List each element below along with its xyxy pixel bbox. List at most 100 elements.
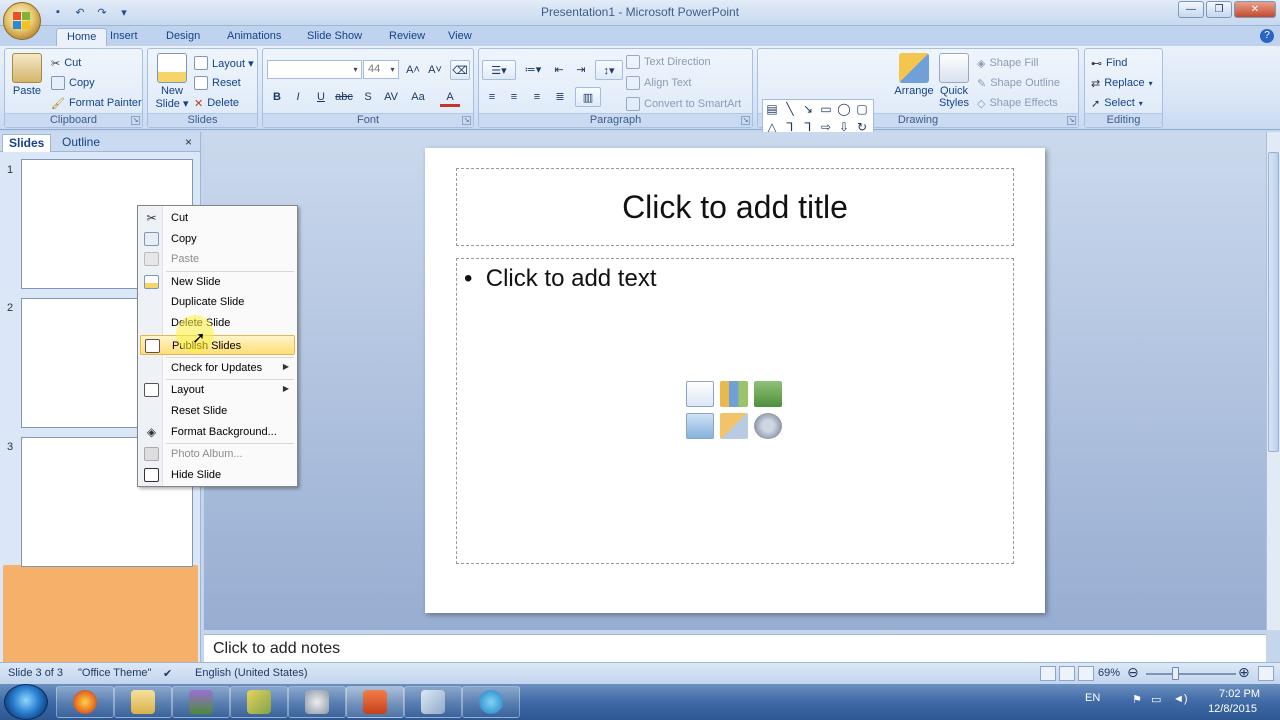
underline-button[interactable]: U — [311, 87, 331, 107]
zoom-out-icon[interactable]: ⊖ — [1127, 664, 1139, 681]
menu-item-paste[interactable]: Paste — [140, 249, 295, 269]
taskbar-explorer[interactable] — [114, 686, 172, 718]
numbering-icon[interactable]: ≔▾ — [519, 60, 547, 80]
rectangle-shape-icon[interactable]: ▭ — [817, 100, 835, 118]
menu-item-delete-slide[interactable]: Delete Slide — [140, 313, 295, 333]
tab-insert[interactable]: Insert — [100, 28, 148, 46]
grow-font-icon[interactable]: A˄ — [403, 60, 423, 80]
align-right-icon[interactable]: ≡ — [527, 87, 547, 107]
menu-item-copy[interactable]: Copy — [140, 229, 295, 249]
bold-button[interactable]: B — [267, 87, 287, 107]
scrollbar-thumb[interactable] — [1268, 152, 1279, 452]
taskbar-powerpoint[interactable] — [346, 686, 404, 718]
insert-chart-icon[interactable] — [720, 381, 748, 407]
font-size-combo[interactable]: 44 ▾ — [363, 60, 399, 79]
align-left-icon[interactable]: ≡ — [482, 87, 502, 107]
vertical-scrollbar[interactable] — [1266, 132, 1280, 630]
tab-design[interactable]: Design — [156, 28, 210, 46]
insert-clip-art-icon[interactable] — [720, 413, 748, 439]
zoom-level[interactable]: 69% — [1098, 667, 1120, 679]
spellcheck-icon[interactable]: ✔ — [163, 667, 172, 680]
insert-picture-icon[interactable] — [686, 413, 714, 439]
line-shape-icon[interactable]: ╲ — [781, 100, 799, 118]
slideshow-view-icon[interactable] — [1078, 666, 1094, 681]
insert-media-icon[interactable] — [754, 413, 782, 439]
close-pane-icon[interactable]: × — [185, 135, 192, 149]
format-painter-button[interactable]: 🖌 Format Painter — [51, 94, 142, 112]
taskbar-app-4[interactable] — [230, 686, 288, 718]
paragraph-launcher-icon[interactable]: ↘ — [741, 116, 750, 125]
new-slide-button[interactable]: New Slide ▾ — [152, 53, 192, 110]
align-center-icon[interactable]: ≡ — [504, 87, 524, 107]
menu-item-publish-slides[interactable]: Publish Slides — [140, 335, 295, 355]
menu-item-cut[interactable]: ✂ Cut — [140, 208, 295, 228]
columns-icon[interactable]: ▥ — [575, 87, 601, 107]
font-launcher-icon[interactable]: ↘ — [462, 116, 471, 125]
taskbar-app-8[interactable] — [462, 686, 520, 718]
layout-button[interactable]: Layout ▾ — [194, 54, 254, 72]
menu-item-photo-album[interactable]: Photo Album... — [140, 444, 295, 464]
shape-outline-button[interactable]: ✎ Shape Outline — [977, 74, 1060, 92]
arrange-button[interactable]: Arrange — [894, 53, 934, 97]
clear-formatting-icon[interactable]: ⌫ — [450, 60, 470, 80]
clipboard-launcher-icon[interactable]: ↘ — [131, 116, 140, 125]
copy-button[interactable]: Copy — [51, 74, 95, 92]
insert-table-icon[interactable] — [686, 381, 714, 407]
start-button[interactable] — [4, 684, 48, 720]
arrow-shape-icon[interactable]: ↘ — [799, 100, 817, 118]
oval-shape-icon[interactable]: ◯ — [835, 100, 853, 118]
zoom-in-icon[interactable]: ⊕ — [1238, 664, 1250, 681]
clock-time[interactable]: 7:02 PM — [1219, 688, 1260, 700]
tab-review[interactable]: Review — [379, 28, 435, 46]
network-icon[interactable]: ▭ — [1151, 693, 1161, 706]
menu-item-layout[interactable]: Layout ▶ — [140, 380, 295, 400]
menu-item-check-for-updates[interactable]: Check for Updates ▶ — [140, 358, 295, 378]
character-spacing-button[interactable]: AV — [381, 87, 401, 107]
shrink-font-icon[interactable]: A˅ — [425, 60, 445, 80]
maximize-button[interactable]: ❐ — [1206, 1, 1232, 18]
strikethrough-button[interactable]: abc — [334, 87, 354, 107]
insert-smartart-icon[interactable] — [754, 381, 782, 407]
text-direction-button[interactable]: Text Direction — [626, 53, 711, 71]
textbox-shape-icon[interactable]: ▤ — [763, 100, 781, 118]
tab-slide-show[interactable]: Slide Show — [297, 28, 372, 46]
fit-to-window-icon[interactable] — [1258, 666, 1274, 681]
menu-item-reset-slide[interactable]: Reset Slide — [140, 401, 295, 421]
tab-view[interactable]: View — [438, 28, 482, 46]
italic-button[interactable]: I — [288, 87, 308, 107]
minimize-button[interactable]: — — [1178, 1, 1204, 18]
font-color-button[interactable]: A — [440, 87, 460, 107]
taskbar-app-7[interactable] — [404, 686, 462, 718]
taskbar-firefox[interactable] — [56, 686, 114, 718]
bullets-icon[interactable]: ☰▾ — [482, 60, 516, 80]
decrease-indent-icon[interactable]: ⇤ — [549, 60, 569, 80]
find-button[interactable]: ⊷ Find — [1091, 54, 1127, 72]
drawing-launcher-icon[interactable]: ↘ — [1067, 116, 1076, 125]
zoom-slider[interactable] — [1146, 673, 1236, 675]
replace-button[interactable]: ⇄ Replace ▾ — [1091, 74, 1153, 92]
menu-item-hide-slide[interactable]: Hide Slide — [140, 465, 295, 485]
quick-styles-button[interactable]: Quick Styles — [936, 53, 972, 109]
line-spacing-icon[interactable]: ↕▾ — [595, 60, 623, 80]
tab-slides[interactable]: Slides — [2, 134, 52, 152]
change-case-button[interactable]: Aa — [408, 87, 428, 107]
menu-item-duplicate-slide[interactable]: Duplicate Slide — [140, 292, 295, 312]
shape-fill-button[interactable]: ◈ Shape Fill — [977, 54, 1038, 72]
paste-button[interactable]: Paste — [9, 53, 45, 97]
language-indicator[interactable]: EN — [1085, 692, 1100, 704]
language[interactable]: English (United States) — [195, 667, 308, 679]
reset-button[interactable]: Reset — [194, 74, 241, 92]
delete-button[interactable]: ✕ Delete — [194, 94, 239, 112]
tab-animations[interactable]: Animations — [217, 28, 291, 46]
taskbar-app-5[interactable] — [288, 686, 346, 718]
convert-smartart-button[interactable]: Convert to SmartArt — [626, 95, 741, 113]
close-button[interactable]: ✕ — [1234, 1, 1276, 18]
rounded-rect-shape-icon[interactable]: ▢ — [853, 100, 871, 118]
shadow-button[interactable]: S — [358, 87, 378, 107]
clock-date[interactable]: 12/8/2015 — [1208, 703, 1257, 715]
title-placeholder[interactable]: Click to add title — [456, 168, 1014, 246]
content-placeholder[interactable]: • Click to add text — [456, 258, 1014, 564]
tab-outline[interactable]: Outline — [56, 134, 106, 152]
volume-icon[interactable]: ◄) — [1173, 693, 1188, 705]
office-button[interactable] — [3, 2, 41, 40]
